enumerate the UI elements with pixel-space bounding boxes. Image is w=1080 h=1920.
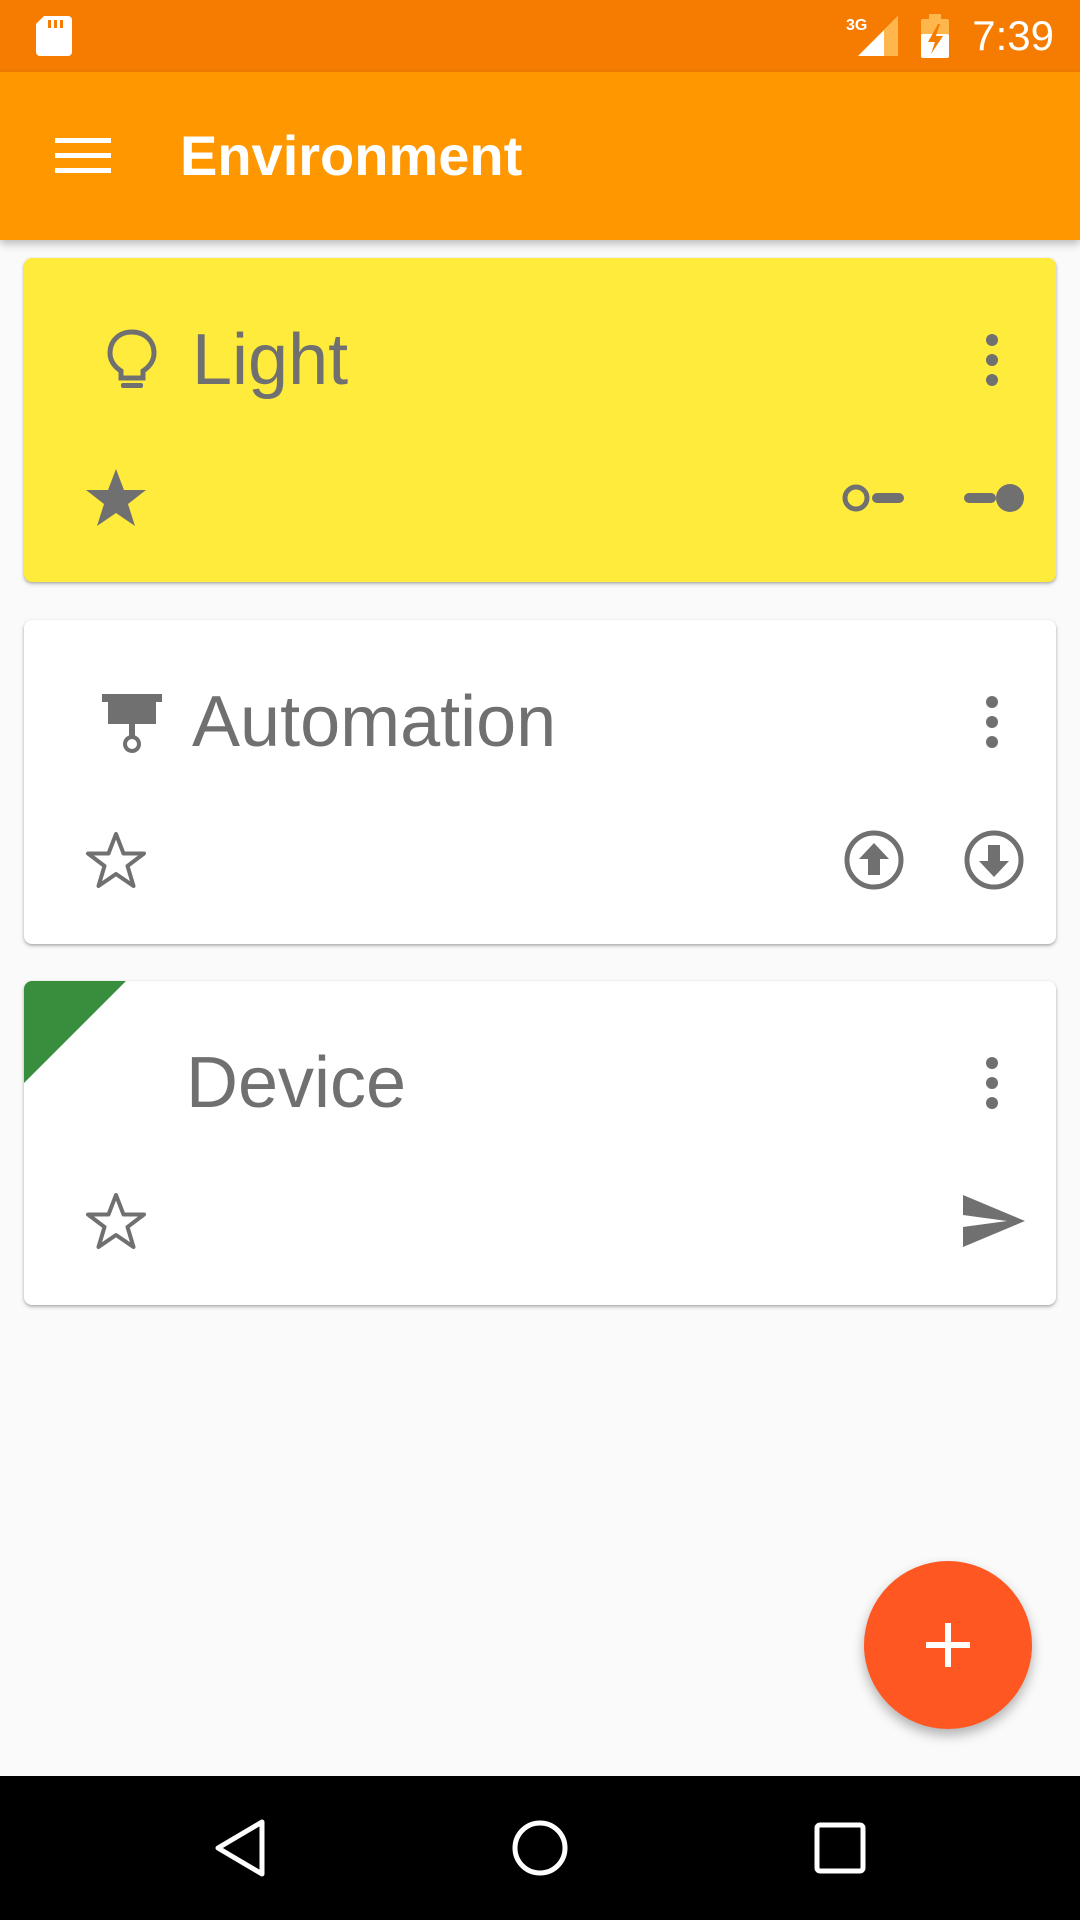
more-options-button[interactable] <box>960 1041 1024 1125</box>
more-options-button[interactable] <box>960 680 1024 764</box>
more-vert-icon <box>986 1057 998 1109</box>
favorite-button[interactable] <box>76 458 156 538</box>
recents-icon <box>814 1822 866 1874</box>
star-outline-icon <box>86 1193 146 1249</box>
favorite-button[interactable] <box>76 1181 156 1261</box>
projector-screen-icon <box>96 686 168 758</box>
turn-off-button[interactable] <box>834 458 914 538</box>
card-title: Device <box>186 1043 407 1123</box>
move-down-button[interactable] <box>954 820 1034 900</box>
plus-icon <box>926 1623 970 1667</box>
more-vert-icon <box>986 696 998 748</box>
home-button[interactable] <box>490 1798 590 1898</box>
toggle-on-icon <box>964 484 1024 512</box>
card-automation[interactable]: Automation <box>24 620 1056 944</box>
sd-card-icon <box>36 16 72 56</box>
app-bar: Environment <box>0 72 1080 240</box>
card-title: Light <box>192 320 349 400</box>
lightbulb-icon <box>96 324 168 396</box>
more-options-button[interactable] <box>960 318 1024 402</box>
status-time: 7:39 <box>972 12 1054 59</box>
screen: 3G 7:39 Environment Light Automation Dev… <box>0 0 1080 1920</box>
hamburger-menu-icon <box>55 138 111 173</box>
home-icon <box>512 1820 568 1876</box>
signal-icon: 3G <box>846 16 898 56</box>
star-outline-icon <box>86 832 146 888</box>
card-light[interactable]: Light <box>24 258 1056 582</box>
toggle-off-icon <box>842 484 904 512</box>
page-title: Environment <box>180 124 523 187</box>
more-vert-icon <box>986 334 998 386</box>
move-up-button[interactable] <box>834 820 914 900</box>
card-device[interactable]: Device <box>24 981 1056 1305</box>
turn-on-button[interactable] <box>954 458 1034 538</box>
back-icon <box>215 1819 265 1877</box>
arrow-up-circle-icon <box>844 830 904 890</box>
favorite-button[interactable] <box>76 820 156 900</box>
add-button[interactable] <box>864 1561 1032 1729</box>
menu-button[interactable] <box>40 118 126 194</box>
status-bar: 3G 7:39 <box>0 0 1080 72</box>
battery-charging-icon <box>921 14 949 58</box>
navigation-bar <box>0 1776 1080 1920</box>
back-button[interactable] <box>190 1798 290 1898</box>
star-filled-icon <box>86 469 146 526</box>
card-title: Automation <box>192 682 557 762</box>
send-icon <box>963 1195 1025 1247</box>
arrow-down-circle-icon <box>964 830 1024 890</box>
send-button[interactable] <box>954 1181 1034 1261</box>
corner-flag <box>24 981 126 1083</box>
network-type-label: 3G <box>846 17 867 34</box>
recents-button[interactable] <box>790 1798 890 1898</box>
